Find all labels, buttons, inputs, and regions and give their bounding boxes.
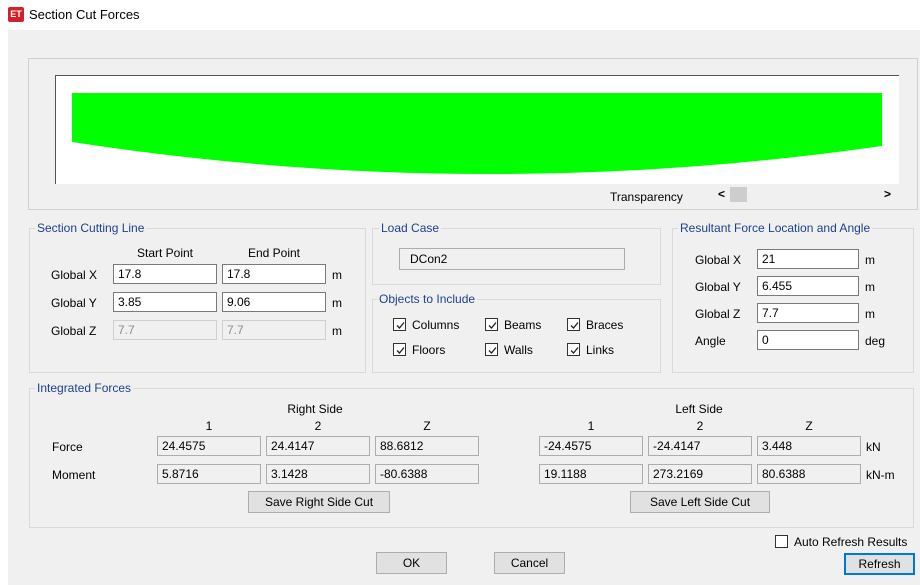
auto-refresh-checkbox[interactable] [775,535,788,548]
left-side-label: Left Side [675,402,723,416]
walls-label: Walls [504,343,533,357]
end-point-header: End Point [247,246,301,260]
section-shape [72,93,882,175]
objects-to-include-group [372,299,661,373]
force-right-z[interactable]: 88.6812 [375,436,479,456]
resultant-z-field[interactable]: 7.7 [757,303,859,323]
links-label: Links [586,343,615,357]
beams-label: Beams [504,318,542,332]
force-left-1[interactable]: -24.4575 [539,436,643,456]
section-cutting-line-title: Section Cutting Line [35,221,147,235]
force-row-label: Force [52,440,83,454]
moment-left-1[interactable]: 19.1188 [539,464,643,484]
unit-label: deg [865,334,886,348]
start-z-field: 7.7 [113,320,217,340]
integrated-forces-title: Integrated Forces [35,381,134,395]
links-checkbox[interactable] [567,343,580,356]
unit-label: m [865,253,875,267]
save-left-side-cut-button[interactable]: Save Left Side Cut [630,491,770,513]
right-col-z-header: Z [423,419,431,433]
global-x-label: Global X [51,268,98,282]
save-right-side-cut-button[interactable]: Save Right Side Cut [248,491,390,513]
integrated-forces-group [29,388,914,528]
check-icon [570,322,579,329]
end-y-field[interactable]: 9.06 [222,292,326,312]
start-y-field[interactable]: 3.85 [113,292,217,312]
moment-right-1[interactable]: 5.8716 [157,464,261,484]
global-z-label: Global Z [51,324,97,338]
resultant-y-field[interactable]: 6.455 [757,276,859,296]
resultant-x-field[interactable]: 21 [757,249,859,269]
force-left-z[interactable]: 3.448 [757,436,861,456]
check-icon [396,347,405,354]
left-col-2-header: 2 [696,419,704,433]
section-preview [55,75,899,184]
refresh-button[interactable]: Refresh [844,553,915,575]
braces-label: Braces [586,318,624,332]
cancel-button[interactable]: Cancel [494,552,565,574]
transparency-slider[interactable]: < > [712,186,898,203]
check-icon [570,347,579,354]
moment-right-2[interactable]: 3.1428 [266,464,370,484]
start-x-field[interactable]: 17.8 [113,264,217,284]
transparency-label: Transparency [610,190,683,204]
moment-right-z[interactable]: -80.6388 [375,464,479,484]
resultant-z-label: Global Z [695,307,741,321]
resultant-force-title: Resultant Force Location and Angle [678,221,873,235]
braces-checkbox[interactable] [567,318,580,331]
ok-button[interactable]: OK [376,552,447,574]
floors-label: Floors [412,343,446,357]
force-unit-label: kN [866,440,881,454]
objects-to-include-title: Objects to Include [377,292,478,306]
unit-label: m [865,280,875,294]
unit-label: m [865,307,875,321]
global-y-label: Global Y [51,296,97,310]
load-case-title: Load Case [379,221,442,235]
moment-left-2[interactable]: 273.2169 [648,464,752,484]
resultant-x-label: Global X [695,253,742,267]
app-icon: ET [8,7,24,22]
scroll-left-icon[interactable]: < [718,187,725,201]
load-case-field[interactable]: DCon2 [399,248,625,270]
moment-left-z[interactable]: 80.6388 [757,464,861,484]
angle-label: Angle [695,334,726,348]
end-z-field: 7.7 [222,320,326,340]
title-bar: ET Section Cut Forces [0,0,920,30]
force-left-2[interactable]: -24.4147 [648,436,752,456]
check-icon [488,347,497,354]
force-right-2[interactable]: 24.4147 [266,436,370,456]
start-point-header: Start Point [136,246,194,260]
force-right-1[interactable]: 24.4575 [157,436,261,456]
check-icon [488,322,497,329]
moment-unit-label: kN-m [866,468,895,482]
check-icon [396,322,405,329]
columns-label: Columns [412,318,460,332]
angle-field[interactable]: 0 [757,330,859,350]
auto-refresh-label: Auto Refresh Results [794,535,908,549]
end-x-field[interactable]: 17.8 [222,264,326,284]
right-col-1-header: 1 [205,419,213,433]
unit-label: m [332,324,342,338]
unit-label: m [332,268,342,282]
left-col-1-header: 1 [587,419,595,433]
beams-checkbox[interactable] [485,318,498,331]
columns-checkbox[interactable] [393,318,406,331]
walls-checkbox[interactable] [485,343,498,356]
left-col-z-header: Z [805,419,813,433]
window-title: Section Cut Forces [29,7,140,22]
scroll-right-icon[interactable]: > [884,187,891,201]
resultant-y-label: Global Y [695,280,741,294]
slider-thumb[interactable] [730,187,747,202]
right-side-label: Right Side [287,402,343,416]
right-col-2-header: 2 [314,419,322,433]
unit-label: m [332,296,342,310]
moment-row-label: Moment [52,468,96,482]
floors-checkbox[interactable] [393,343,406,356]
